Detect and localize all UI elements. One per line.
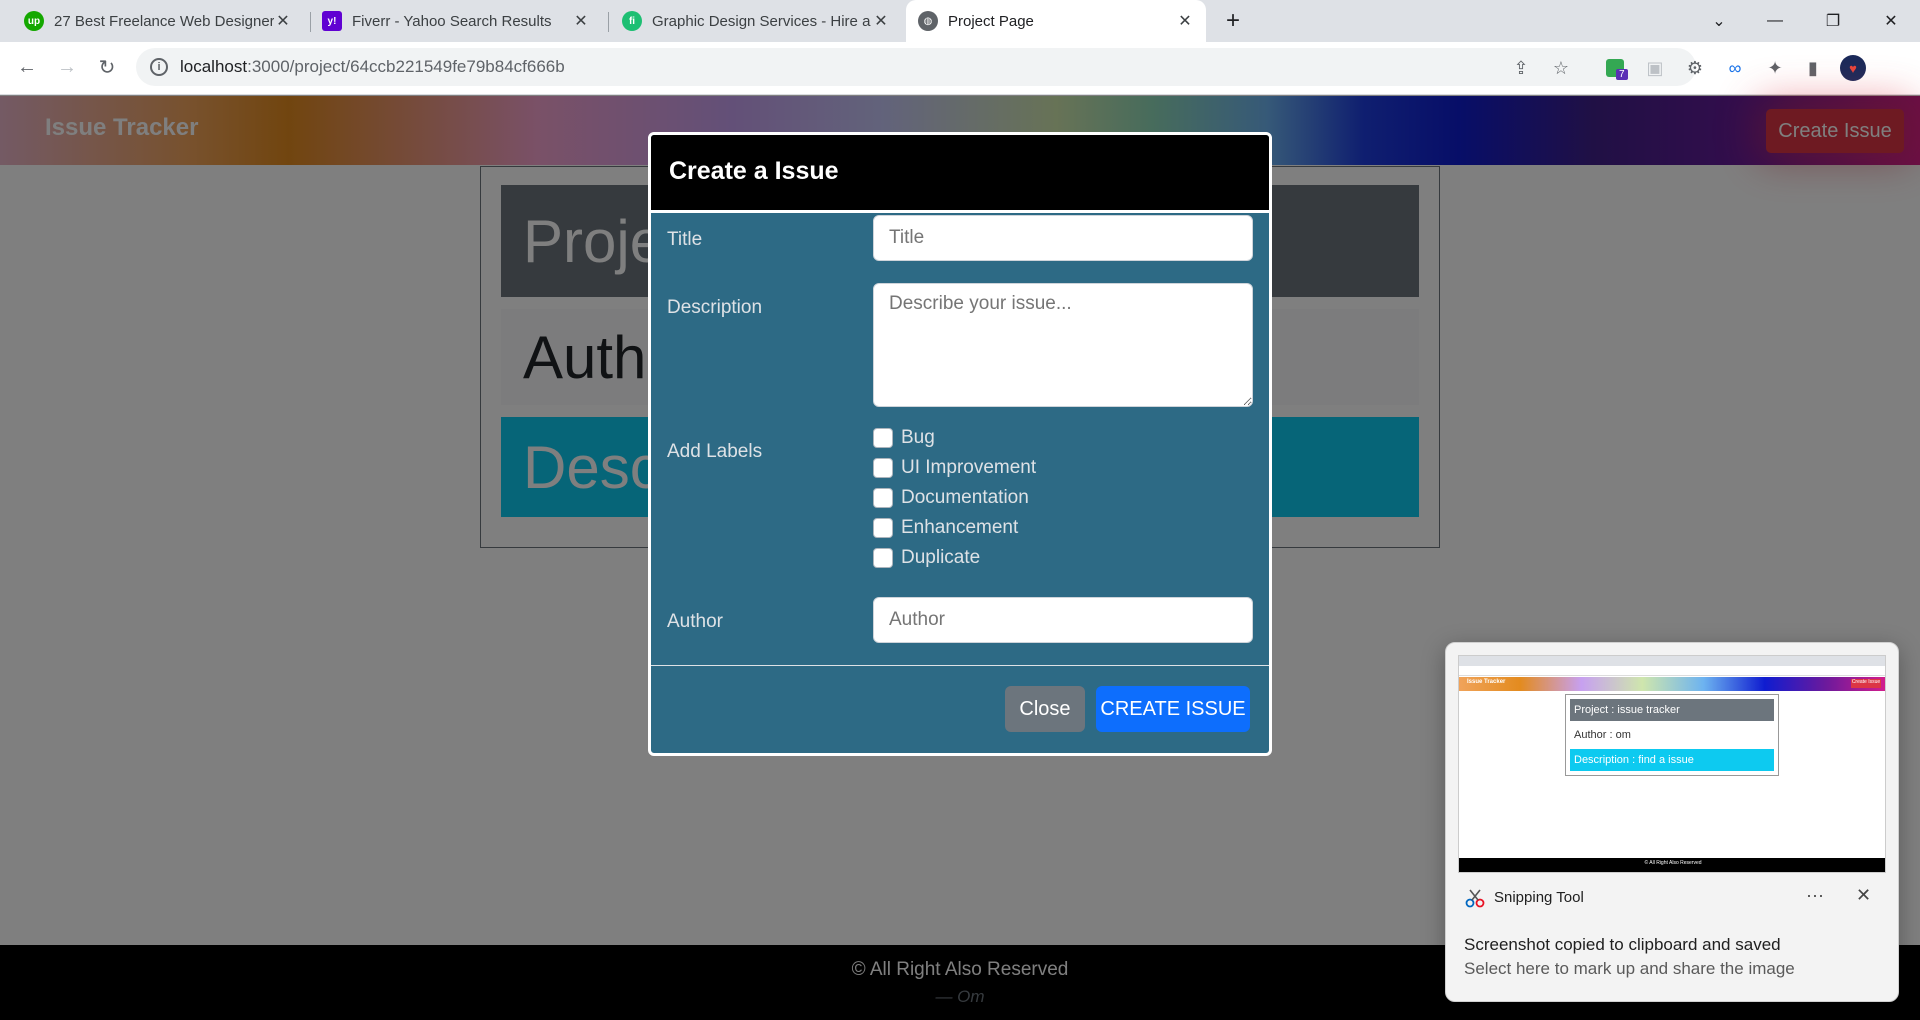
- thumbnail-project-card: Project : issue tracker Author : om Desc…: [1565, 694, 1779, 776]
- modal-header: Create a Issue: [651, 135, 1269, 213]
- browser-tab-strip: up 27 Best Freelance Web Designers ✕ y! …: [0, 0, 1920, 42]
- extension-gear-icon[interactable]: ⚙: [1682, 55, 1708, 81]
- browser-toolbar: ← → ↻ i localhost:3000/project/64ccb2215…: [0, 42, 1920, 95]
- modal-title: Create a Issue: [669, 157, 839, 185]
- thumbnail-brand: Issue Tracker: [1467, 679, 1506, 685]
- close-button[interactable]: Close: [1005, 686, 1085, 732]
- share-icon[interactable]: ⇪: [1508, 55, 1534, 81]
- thumbnail-description-row: Description : find a issue: [1570, 749, 1774, 771]
- tab-title: Graphic Design Services - Hire a: [652, 12, 871, 30]
- title-label: Title: [667, 229, 703, 250]
- tab-upwork[interactable]: up 27 Best Freelance Web Designers ✕: [12, 0, 304, 42]
- bookmark-star-icon[interactable]: ☆: [1548, 55, 1574, 81]
- label-option-text: Duplicate: [901, 547, 981, 568]
- title-input[interactable]: [873, 215, 1253, 261]
- author-label: Author: [667, 611, 723, 632]
- toast-submessage: Select here to mark up and share the ima…: [1464, 959, 1795, 978]
- more-options-icon[interactable]: ···: [1806, 885, 1824, 906]
- close-tab-icon[interactable]: ✕: [1176, 11, 1194, 31]
- submit-create-issue-button[interactable]: CREATE ISSUE: [1096, 686, 1250, 732]
- close-window-icon[interactable]: ✕: [1868, 0, 1914, 42]
- globe-icon: ◍: [918, 11, 938, 31]
- thumbnail-navbar: [1459, 677, 1885, 691]
- tab-separator: [608, 12, 609, 32]
- toast-message: Screenshot copied to clipboard and saved: [1464, 935, 1781, 954]
- thumbnail-footer: © All Right Also Reserved: [1459, 858, 1885, 872]
- snipping-tool-icon: [1465, 889, 1485, 908]
- description-textarea[interactable]: [873, 283, 1253, 407]
- checkbox[interactable]: [873, 458, 893, 478]
- tab-fiverr[interactable]: fi Graphic Design Services - Hire a ✕: [610, 0, 902, 42]
- restore-icon[interactable]: ❐: [1810, 0, 1856, 42]
- thumbnail-create-button: Create Issue: [1851, 679, 1881, 688]
- extension-square-icon[interactable]: ▣: [1642, 55, 1668, 81]
- upwork-icon: up: [24, 11, 44, 31]
- label-option-documentation[interactable]: Documentation: [873, 483, 1253, 513]
- create-issue-modal: Create a Issue Title Description Add Lab…: [648, 132, 1272, 756]
- extensions-puzzle-icon[interactable]: ✦: [1762, 55, 1788, 81]
- label-option-bug[interactable]: Bug: [873, 423, 1253, 453]
- label-option-duplicate[interactable]: Duplicate: [873, 543, 1253, 573]
- profile-avatar-icon[interactable]: ♥: [1840, 55, 1866, 81]
- checkbox[interactable]: [873, 548, 893, 568]
- thumbnail-project-row: Project : issue tracker: [1570, 699, 1774, 721]
- forward-icon[interactable]: →: [50, 50, 84, 84]
- close-tab-icon[interactable]: ✕: [572, 11, 590, 31]
- label-option-text: Enhancement: [901, 517, 1019, 538]
- close-tab-icon[interactable]: ✕: [274, 11, 292, 31]
- checkbox[interactable]: [873, 428, 893, 448]
- modal-footer-divider: [651, 665, 1269, 666]
- url-path: :3000/project/64ccb221549fe79b84cf666b: [247, 57, 565, 76]
- tab-project-page[interactable]: ◍ Project Page ✕: [906, 0, 1206, 42]
- chevron-down-icon[interactable]: ⌄: [1696, 0, 1742, 42]
- checkbox[interactable]: [873, 518, 893, 538]
- extension-cube-icon[interactable]: 7: [1602, 55, 1628, 81]
- screenshot-thumbnail[interactable]: Issue Tracker Create Issue Project : iss…: [1458, 655, 1886, 873]
- minimize-icon[interactable]: —: [1752, 0, 1798, 42]
- reload-icon[interactable]: ↻: [90, 50, 124, 84]
- add-labels-label: Add Labels: [667, 441, 763, 462]
- tab-yahoo[interactable]: y! Fiverr - Yahoo Search Results ✕: [310, 0, 602, 42]
- tab-title: Project Page: [948, 12, 1034, 30]
- checkbox[interactable]: [873, 488, 893, 508]
- fiverr-icon: fi: [622, 11, 642, 31]
- labels-checkbox-group: Bug UI Improvement Documentation Enhance…: [873, 423, 1253, 573]
- label-option-text: UI Improvement: [901, 457, 1037, 478]
- toast-app-name: Snipping Tool: [1494, 889, 1584, 906]
- address-bar[interactable]: i localhost:3000/project/64ccb221549fe79…: [136, 48, 1696, 86]
- url-host: localhost: [180, 57, 248, 76]
- thumbnail-address-bar: [1459, 666, 1885, 676]
- new-tab-icon[interactable]: +: [1210, 0, 1256, 42]
- label-option-text: Documentation: [901, 487, 1029, 508]
- tab-title: Fiverr - Yahoo Search Results: [352, 12, 552, 30]
- label-option-enhancement[interactable]: Enhancement: [873, 513, 1253, 543]
- author-input[interactable]: [873, 597, 1253, 643]
- description-label: Description: [667, 297, 763, 318]
- yahoo-icon: y!: [322, 11, 342, 31]
- close-tab-icon[interactable]: ✕: [872, 11, 890, 31]
- back-icon[interactable]: ←: [10, 50, 44, 84]
- extension-infinity-icon[interactable]: ∞: [1722, 55, 1748, 81]
- extension-badge: 7: [1616, 69, 1628, 80]
- site-info-icon[interactable]: i: [150, 58, 168, 76]
- label-option-ui-improvement[interactable]: UI Improvement: [873, 453, 1253, 483]
- side-panel-icon[interactable]: ▮: [1800, 55, 1826, 81]
- label-option-text: Bug: [901, 427, 935, 448]
- snipping-tool-notification[interactable]: Issue Tracker Create Issue Project : iss…: [1445, 642, 1899, 1002]
- thumbnail-tab-strip: [1459, 656, 1885, 666]
- close-icon[interactable]: ✕: [1856, 885, 1871, 906]
- tab-title: 27 Best Freelance Web Designers: [54, 12, 274, 30]
- thumbnail-author-row: Author : om: [1574, 729, 1631, 741]
